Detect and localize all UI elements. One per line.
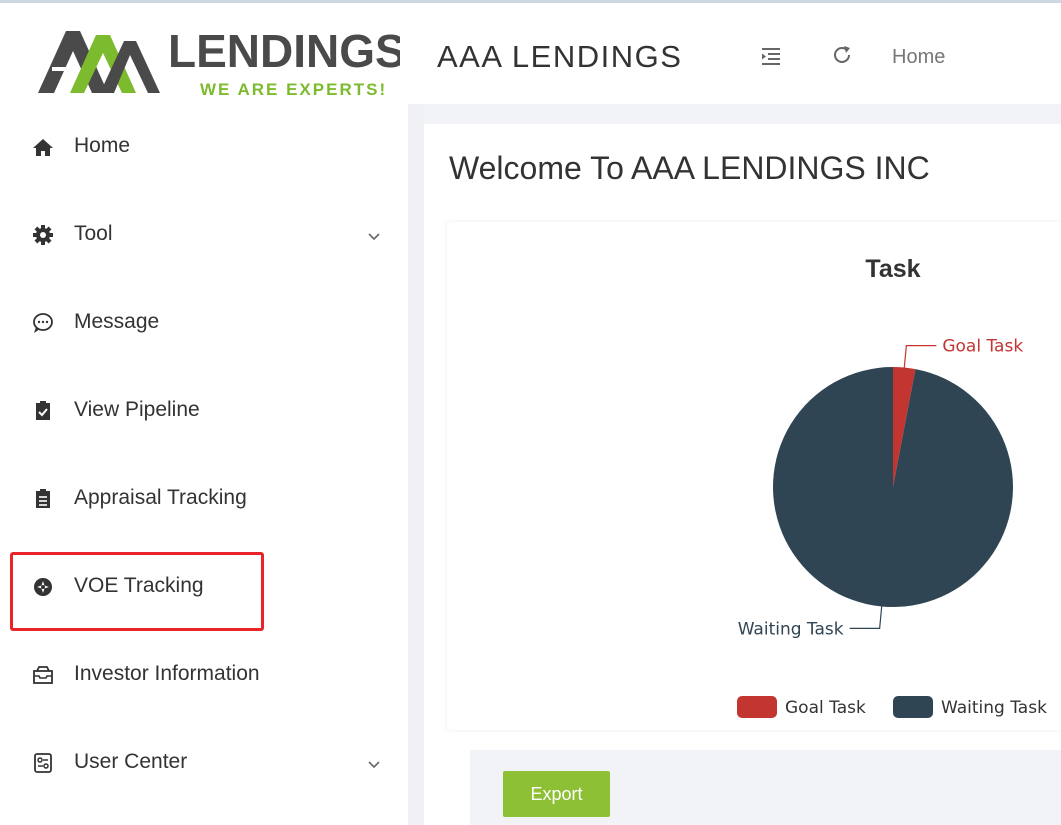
menu-fold-icon[interactable] — [760, 45, 782, 67]
task-chart-card: Task Goal Task Waiting Task Goal Task Wait… — [447, 222, 1061, 730]
clipboard-check-icon — [36, 401, 50, 420]
chevron-down-icon[interactable] — [364, 754, 384, 774]
sidebar-item-home[interactable]: Home — [0, 120, 408, 180]
sidebar-item-label: User Center — [74, 750, 188, 773]
pie-label: Waiting Task — [738, 619, 844, 639]
sidebar: Home Tool Message View Pipeline Appraisa… — [0, 104, 408, 825]
voe-tracking-highlight — [10, 552, 264, 631]
legend-swatch[interactable] — [737, 696, 777, 718]
sidebar-item-investor-information[interactable]: Investor Information — [0, 648, 408, 708]
chart-title: Task — [865, 255, 920, 283]
sidebar-item-label: Tool — [74, 222, 113, 245]
sidebar-item-tool[interactable]: Tool — [0, 208, 408, 268]
sidebar-item-label: Message — [74, 310, 160, 333]
refresh-icon[interactable] — [830, 43, 854, 67]
sidebar-item-appraisal-tracking[interactable]: Appraisal Tracking — [0, 472, 408, 532]
task-pie-chart: Task Goal Task Waiting Task Goal Task Wait… — [737, 255, 1047, 718]
home-icon — [33, 139, 53, 156]
pie-label-line — [903, 345, 937, 368]
top-bar: LENDINGS WE ARE EXPERTS! AAA LENDINGS Ho… — [0, 0, 1061, 104]
page-title: Welcome To AAA LENDINGS INC — [449, 150, 930, 186]
logo-tagline: WE ARE EXPERTS! — [200, 80, 387, 99]
legend-label[interactable]: Waiting Task — [941, 698, 1047, 718]
sidebar-item-label: View Pipeline — [74, 398, 200, 421]
aaa-lendings-logo[interactable]: LENDINGS WE ARE EXPERTS! — [30, 21, 400, 101]
clipboard-list-icon — [36, 489, 50, 508]
pie-label-line — [849, 606, 883, 629]
gear-icon — [33, 225, 53, 245]
pie-label: Goal Task — [942, 337, 1023, 357]
legend-swatch[interactable] — [893, 696, 933, 718]
sidebar-item-label: Appraisal Tracking — [74, 486, 247, 509]
sidebar-item-user-center[interactable]: User Center — [0, 736, 408, 796]
sidebar-item-label: Home — [74, 134, 131, 157]
app-title: AAA LENDINGS — [437, 39, 683, 74]
message-icon — [33, 313, 53, 333]
sidebar-item-view-pipeline[interactable]: View Pipeline — [0, 384, 408, 444]
logo-text: LENDINGS — [168, 25, 400, 77]
pie-slice-waiting-task[interactable] — [773, 367, 1013, 607]
chevron-down-icon[interactable] — [364, 226, 384, 246]
export-button[interactable]: Export — [503, 771, 610, 817]
sidebar-item-label: Investor Information — [74, 662, 260, 685]
sidebar-divider — [408, 104, 424, 825]
inbox-icon — [33, 666, 53, 684]
user-settings-icon — [34, 753, 52, 773]
legend-label[interactable]: Goal Task — [785, 698, 866, 718]
sidebar-item-message[interactable]: Message — [0, 296, 408, 356]
breadcrumb-home[interactable]: Home — [892, 46, 945, 69]
